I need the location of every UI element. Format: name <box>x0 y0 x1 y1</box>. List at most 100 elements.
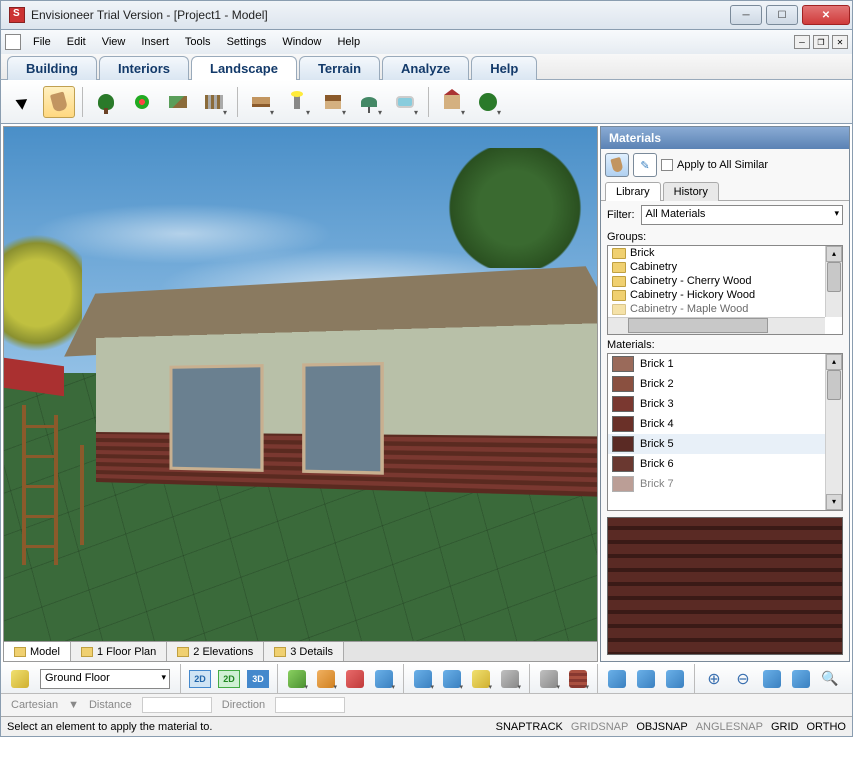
view-tab-model[interactable]: Model <box>4 642 71 661</box>
material-item[interactable]: Brick 2 <box>608 374 842 394</box>
snap-ortho[interactable]: ORTHO <box>806 721 846 733</box>
nav-tool-3[interactable] <box>371 667 397 691</box>
location-combo[interactable]: Ground Floor <box>40 669 170 689</box>
view-2d-button[interactable]: 2D <box>187 667 213 691</box>
mdi-close-button[interactable]: ✕ <box>832 35 848 49</box>
umbrella-tool[interactable] <box>353 86 385 118</box>
mdi-minimize-button[interactable]: ─ <box>794 35 810 49</box>
group-item[interactable]: Cabinetry <box>608 260 842 274</box>
snap-objsnap[interactable]: OBJSNAP <box>636 721 687 733</box>
brick-icon <box>569 670 587 688</box>
grading-tool[interactable] <box>162 86 194 118</box>
group-item[interactable]: Cabinetry - Cherry Wood <box>608 274 842 288</box>
render-tool-3[interactable] <box>468 667 494 691</box>
group-item[interactable]: Cabinetry - Hickory Wood <box>608 288 842 302</box>
3d-viewport[interactable]: Model 1 Floor Plan 2 Elevations 3 Detail… <box>3 126 598 662</box>
materials-list[interactable]: Brick 1 Brick 2 Brick 3 Brick 4 Brick 5 … <box>607 353 843 511</box>
gazebo-tool[interactable] <box>317 86 349 118</box>
pool-tool[interactable] <box>389 86 421 118</box>
snap-grid[interactable]: GRID <box>771 721 799 733</box>
fence-tool[interactable] <box>198 86 230 118</box>
group-item[interactable]: Cabinetry - Maple Wood <box>608 302 842 316</box>
eyedropper-button[interactable]: ✎ <box>633 153 657 177</box>
view-tab-details[interactable]: 3 Details <box>264 642 344 661</box>
material-paint-tool[interactable] <box>43 86 75 118</box>
menu-file[interactable]: File <box>25 33 59 51</box>
zoom-out-button[interactable]: ⊖ <box>730 667 756 691</box>
nav-tool-1[interactable] <box>284 667 310 691</box>
lighting-tool[interactable] <box>281 86 313 118</box>
menu-help[interactable]: Help <box>329 33 368 51</box>
window-close-button[interactable]: ✕ <box>802 5 850 25</box>
render-tool-2[interactable] <box>439 667 465 691</box>
view-3d-button[interactable]: 3D <box>245 667 271 691</box>
material-item[interactable]: Brick 5 <box>608 434 842 454</box>
coord-mode[interactable]: Cartesian <box>11 699 58 711</box>
select-tool[interactable] <box>7 86 39 118</box>
snap-gridsnap[interactable]: GRIDSNAP <box>571 721 628 733</box>
mdi-restore-button[interactable]: ❐ <box>813 35 829 49</box>
vis-tool-3[interactable] <box>662 667 688 691</box>
shed-tool[interactable] <box>436 86 468 118</box>
material-item[interactable]: Brick 6 <box>608 454 842 474</box>
separator <box>694 664 695 694</box>
vertical-scrollbar[interactable]: ▴▾ <box>825 354 842 510</box>
separator <box>428 87 429 117</box>
distance-field[interactable] <box>142 697 212 713</box>
tab-interiors[interactable]: Interiors <box>99 56 189 80</box>
paint-mode-button[interactable] <box>605 153 629 177</box>
zoom-in-button[interactable]: ⊕ <box>701 667 727 691</box>
vertical-scrollbar[interactable]: ▴ <box>825 246 842 317</box>
group-item[interactable]: Brick <box>608 246 842 260</box>
texture-tool-1[interactable] <box>536 667 562 691</box>
material-item[interactable]: Brick 1 <box>608 354 842 374</box>
vis-tool-2[interactable] <box>633 667 659 691</box>
view-2d-alt-button[interactable]: 2D <box>216 667 242 691</box>
plant-tree-tool[interactable] <box>90 86 122 118</box>
tab-terrain[interactable]: Terrain <box>299 56 380 80</box>
fence-icon <box>205 95 223 109</box>
menu-tools[interactable]: Tools <box>177 33 219 51</box>
snap-anglesnap[interactable]: ANGLESNAP <box>696 721 763 733</box>
tab-history[interactable]: History <box>663 182 719 201</box>
camera-tool[interactable] <box>497 667 523 691</box>
home-view-button[interactable] <box>342 667 368 691</box>
apply-all-checkbox[interactable] <box>661 159 673 171</box>
tab-building[interactable]: Building <box>7 56 97 80</box>
menu-settings[interactable]: Settings <box>219 33 275 51</box>
menu-view[interactable]: View <box>94 33 134 51</box>
tab-analyze[interactable]: Analyze <box>382 56 469 80</box>
texture-tool-2[interactable] <box>565 667 591 691</box>
zoom-realtime-button[interactable]: 🔍 <box>817 667 843 691</box>
material-item[interactable]: Brick 7 <box>608 474 842 494</box>
nav-tool-2[interactable] <box>313 667 339 691</box>
large-tree-tool[interactable] <box>472 86 504 118</box>
groups-list[interactable]: Brick Cabinetry Cabinetry - Cherry Wood … <box>607 245 843 335</box>
direction-field[interactable] <box>275 697 345 713</box>
menu-edit[interactable]: Edit <box>59 33 94 51</box>
window-minimize-button[interactable]: ─ <box>730 5 762 25</box>
zoom-window-button[interactable] <box>759 667 785 691</box>
filter-combo[interactable]: All Materials <box>641 205 844 225</box>
view-tab-elevations[interactable]: 2 Elevations <box>167 642 264 661</box>
menu-insert[interactable]: Insert <box>133 33 177 51</box>
zoom-extents-button[interactable] <box>788 667 814 691</box>
view-tab-floorplan[interactable]: 1 Floor Plan <box>71 642 167 661</box>
document-icon[interactable] <box>5 34 21 50</box>
material-item[interactable]: Brick 4 <box>608 414 842 434</box>
swatch-icon <box>612 376 634 392</box>
material-item[interactable]: Brick 3 <box>608 394 842 414</box>
snap-snaptrack[interactable]: SNAPTRACK <box>496 721 563 733</box>
plant-flower-tool[interactable] <box>126 86 158 118</box>
window-maximize-button[interactable]: ☐ <box>766 5 798 25</box>
tab-landscape[interactable]: Landscape <box>191 56 297 80</box>
menu-window[interactable]: Window <box>274 33 329 51</box>
tab-library[interactable]: Library <box>605 182 661 201</box>
render-tool-1[interactable] <box>410 667 436 691</box>
furniture-tool[interactable] <box>245 86 277 118</box>
horizontal-scrollbar[interactable] <box>608 317 825 334</box>
vis-tool-1[interactable] <box>604 667 630 691</box>
material-label: Brick 3 <box>640 398 674 410</box>
location-icon[interactable] <box>7 667 33 691</box>
tab-help[interactable]: Help <box>471 56 537 80</box>
